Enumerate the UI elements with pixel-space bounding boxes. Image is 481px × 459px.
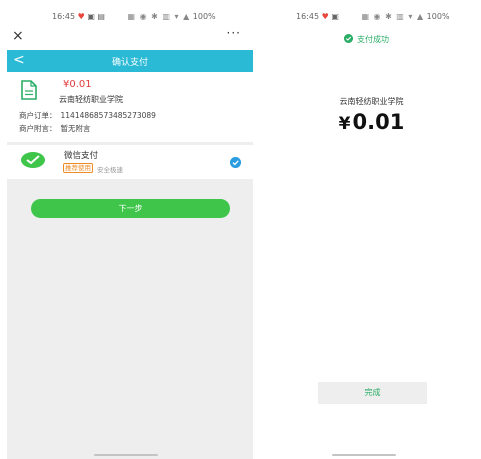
notification-icons: ▣ ▤ bbox=[87, 12, 105, 21]
close-icon[interactable]: × bbox=[12, 28, 24, 44]
order-number-label: 商户订单： bbox=[19, 111, 57, 120]
order-number-value: 1141486857348527308​9 bbox=[60, 111, 156, 120]
currency-symbol: ¥ bbox=[338, 114, 351, 134]
heart-icon: ♥ bbox=[321, 12, 329, 21]
home-indicator bbox=[332, 454, 396, 456]
payment-success-screen: 16:45 ♥ ▣ ▦ ◉ ✱ ▥ ▾ ▲ 100% 支付成功 云南轻纺职业学院… bbox=[262, 0, 481, 459]
payment-method-option[interactable]: 微信支付 推荐使用 安全极速 bbox=[7, 145, 253, 179]
recommended-badge: 推荐使用 bbox=[63, 163, 93, 173]
payment-subtitle: 安全极速 bbox=[97, 166, 123, 174]
success-icon bbox=[344, 34, 353, 43]
order-amount: ¥0.01 bbox=[63, 79, 92, 90]
next-button[interactable]: 下一步 bbox=[31, 199, 230, 218]
battery-percent: 100% bbox=[192, 12, 216, 21]
document-icon bbox=[21, 80, 37, 100]
amount-value: 0.01 bbox=[352, 110, 405, 134]
more-icon[interactable]: ··· bbox=[227, 26, 241, 40]
success-status: 支付成功 bbox=[344, 34, 389, 45]
merchant-note-value: 暂无附言 bbox=[60, 124, 91, 133]
heart-icon: ♥ bbox=[77, 12, 85, 21]
payment-method-name: 微信支付 bbox=[64, 151, 99, 161]
status-bar: 16:45 ♥ ▣ ▤ ▦ ◉ ✱ ▥ ▾ ▲ 100% bbox=[52, 12, 216, 21]
success-text: 支付成功 bbox=[357, 35, 389, 44]
merchant-note-label: 商户附言： bbox=[19, 124, 57, 133]
page-title: 确认支付 bbox=[111, 58, 148, 68]
done-button[interactable]: 完成 bbox=[318, 382, 427, 404]
order-number-row: 商户订单： 1141486857348527308​9 bbox=[19, 110, 156, 121]
status-time: 16:45 bbox=[52, 12, 76, 21]
header-bar: < 确认支付 bbox=[7, 50, 253, 72]
merchant-name: 云南轻纺职业学院 bbox=[59, 95, 123, 104]
status-time: 16:45 bbox=[296, 12, 320, 21]
order-card: ¥0.01 云南轻纺职业学院 商户订单： 1141486857348527308​… bbox=[7, 72, 253, 142]
check-icon bbox=[230, 157, 241, 168]
battery-percent: 100% bbox=[426, 12, 450, 21]
home-indicator bbox=[94, 454, 158, 456]
notification-icons: ▣ bbox=[331, 12, 339, 21]
system-icons: ▦ ◉ ✱ ▥ ▾ ▲ bbox=[361, 12, 425, 21]
system-icons: ▦ ◉ ✱ ▥ ▾ ▲ bbox=[127, 12, 191, 21]
merchant-name: 云南轻纺职业学院 bbox=[339, 97, 404, 106]
status-bar: 16:45 ♥ ▣ ▦ ◉ ✱ ▥ ▾ ▲ 100% bbox=[296, 12, 450, 21]
confirm-payment-screen: 16:45 ♥ ▣ ▤ ▦ ◉ ✱ ▥ ▾ ▲ 100% × ··· < 确认支… bbox=[0, 0, 253, 459]
merchant-note-row: 商户附言： 暂无附言 bbox=[19, 123, 91, 134]
paid-amount: ¥0.01 bbox=[262, 110, 481, 134]
wechat-pay-icon bbox=[21, 152, 45, 168]
content-area: ¥0.01 云南轻纺职业学院 商户订单： 1141486857348527308​… bbox=[7, 72, 253, 459]
